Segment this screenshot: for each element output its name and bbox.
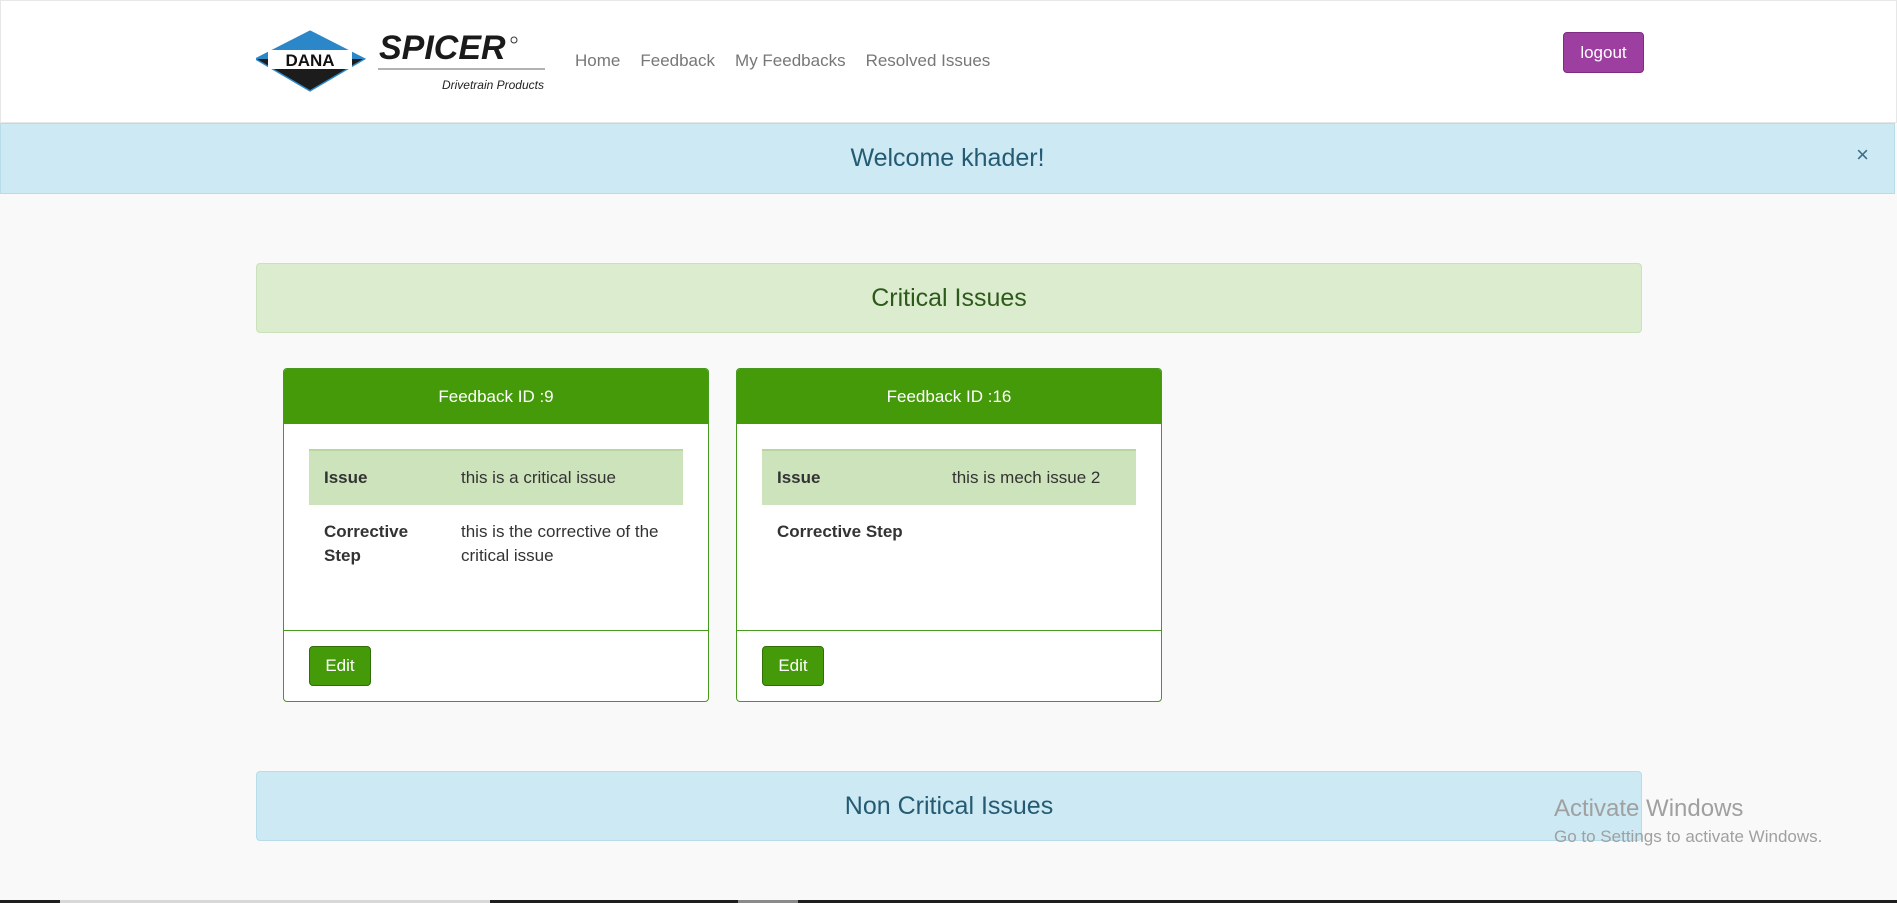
issue-value: this is mech issue 2 — [937, 449, 1136, 505]
feedback-card-footer: Edit — [284, 631, 708, 701]
top-navbar: DANA SPICER Drivetrain Products Home Fee… — [0, 0, 1897, 123]
feedback-card-header: Feedback ID :9 — [284, 369, 708, 424]
feedback-details-table: Issue this is a critical issue Correctiv… — [309, 449, 683, 583]
watermark-subtitle: Go to Settings to activate Windows. — [1554, 827, 1823, 846]
dana-spicer-logo[interactable]: DANA SPICER Drivetrain Products — [253, 29, 546, 97]
corrective-step-value: this is the corrective of the critical i… — [461, 522, 659, 565]
critical-issues-title: Critical Issues — [871, 283, 1027, 312]
logout-button[interactable]: logout — [1563, 32, 1644, 73]
activate-windows-watermark: Activate Windows Go to Settings to activ… — [1554, 795, 1822, 847]
feedback-card: Feedback ID :16 Issue this is mech issue… — [736, 368, 1162, 702]
main-nav: Home Feedback My Feedbacks Resolved Issu… — [575, 51, 1010, 71]
feedback-card: Feedback ID :9 Issue this is a critical … — [283, 368, 709, 702]
feedback-card-footer: Edit — [737, 631, 1161, 701]
logo-brand-text: DANA — [285, 51, 334, 70]
logo-sub-text: Drivetrain Products — [442, 78, 544, 92]
corrective-step-label: Corrective Step — [324, 522, 409, 565]
feedback-details-table: Issue this is mech issue 2 Corrective St… — [762, 449, 1136, 559]
feedback-card-body: Issue this is a critical issue Correctiv… — [284, 424, 708, 631]
corrective-step-row: Corrective Step — [762, 505, 1136, 559]
welcome-alert: Welcome khader! × — [0, 123, 1895, 194]
nav-link-home[interactable]: Home — [575, 51, 620, 71]
close-icon[interactable]: × — [1856, 142, 1869, 168]
critical-issues-header: Critical Issues — [256, 263, 1642, 333]
non-critical-issues-header: Non Critical Issues — [256, 771, 1642, 841]
corrective-step-row: Corrective Step this is the corrective o… — [309, 505, 683, 583]
edit-button[interactable]: Edit — [309, 646, 371, 686]
issue-row: Issue this is a critical issue — [309, 449, 683, 505]
logo-name-text: SPICER — [379, 29, 506, 67]
nav-link-resolved-issues[interactable]: Resolved Issues — [866, 51, 991, 71]
feedback-card-header: Feedback ID :16 — [737, 369, 1161, 424]
issue-label: Issue — [762, 449, 937, 505]
non-critical-issues-title: Non Critical Issues — [844, 791, 1054, 820]
issue-label: Issue — [309, 449, 446, 505]
edit-button[interactable]: Edit — [762, 646, 824, 686]
feedback-card-body: Issue this is mech issue 2 Corrective St… — [737, 424, 1161, 631]
watermark-title: Activate Windows — [1554, 795, 1744, 822]
corrective-step-value — [937, 505, 1136, 559]
nav-link-feedback[interactable]: Feedback — [640, 51, 715, 71]
welcome-message: Welcome khader! — [850, 144, 1045, 172]
issue-row: Issue this is mech issue 2 — [762, 449, 1136, 505]
corrective-step-label: Corrective Step — [777, 522, 903, 541]
nav-link-my-feedbacks[interactable]: My Feedbacks — [735, 51, 846, 71]
issue-value: this is a critical issue — [446, 449, 683, 505]
